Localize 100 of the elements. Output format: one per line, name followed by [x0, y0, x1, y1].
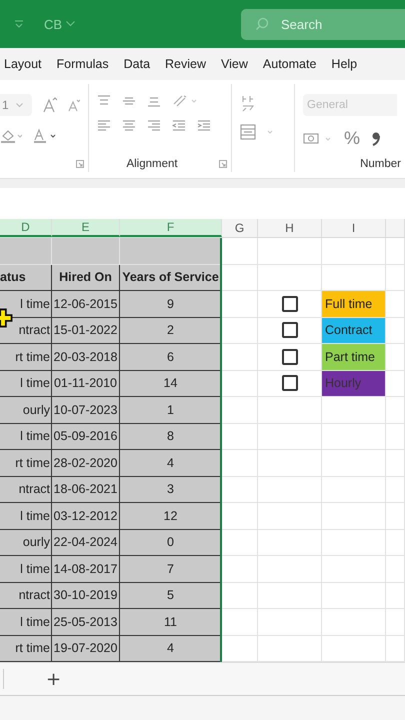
fill-color-icon[interactable] — [0, 128, 22, 144]
top-align-icon[interactable] — [97, 95, 111, 107]
table-cell: 0 — [120, 530, 222, 556]
table-cell: ntract — [0, 476, 52, 503]
empty-cell — [322, 582, 386, 609]
table-cell: l time — [0, 609, 52, 636]
empty-cell — [386, 291, 405, 318]
customize-menu-icon[interactable] — [14, 19, 24, 29]
table-cell: 30-10-2019 — [52, 582, 120, 609]
table-cell: l time — [0, 556, 52, 582]
empty-cell — [322, 476, 386, 503]
merge-cells-icon[interactable] — [240, 124, 274, 140]
checkbox[interactable] — [282, 322, 298, 338]
empty-cell — [258, 476, 322, 503]
table-cell: 28-02-2020 — [52, 450, 120, 476]
table-cell: ourly — [0, 530, 52, 556]
grow-font-icon[interactable] — [43, 97, 57, 113]
font-color-icon[interactable] — [33, 128, 57, 144]
legend-label: Hourly — [322, 370, 386, 397]
chevron-down-icon[interactable] — [66, 21, 76, 27]
comma-style-icon[interactable] — [371, 130, 382, 146]
empty-cell — [322, 503, 386, 530]
add-sheet-button[interactable]: + — [42, 668, 66, 690]
checkbox[interactable] — [282, 296, 298, 312]
table-cell: l time — [0, 424, 52, 450]
table-cell: 8 — [120, 424, 222, 450]
ribbon-tab[interactable]: Formulas — [52, 57, 116, 71]
table-cell: 22-04-2024 — [52, 530, 120, 556]
empty-cell — [322, 424, 386, 450]
ribbon-tab[interactable]: Review — [161, 57, 214, 71]
decrease-indent-icon[interactable] — [172, 120, 186, 132]
empty-cell — [386, 530, 405, 556]
column-heading: atus — [0, 264, 52, 291]
checkbox[interactable] — [282, 375, 298, 392]
table-cell: 19-07-2020 — [52, 636, 120, 662]
table-cell: 15-01-2022 — [52, 318, 120, 344]
column-header[interactable]: H — [258, 219, 322, 237]
ribbon-tab[interactable]: Automate — [258, 57, 324, 71]
column-header[interactable]: D — [0, 219, 52, 237]
table-cell: rt time — [0, 636, 52, 662]
empty-cell — [386, 582, 405, 609]
table-cell: 7 — [120, 556, 222, 582]
empty-cell — [258, 503, 322, 530]
align-right-icon[interactable] — [147, 120, 161, 132]
search-icon — [255, 17, 269, 31]
checkbox[interactable] — [282, 348, 298, 365]
group-label: Alignment — [125, 158, 179, 170]
legend-label: Full time — [322, 291, 386, 318]
column-header[interactable]: F — [120, 219, 222, 237]
table-cell: l time — [0, 291, 52, 318]
percent-style-button[interactable]: % — [344, 128, 360, 149]
table-cell: 25-05-2013 — [52, 609, 120, 636]
legend-label: Contract — [322, 318, 386, 344]
table-cell: l time — [0, 503, 52, 530]
table-cell: rt time — [0, 344, 52, 370]
table-cell: 11 — [120, 609, 222, 636]
empty-cell — [386, 424, 405, 450]
currency-icon[interactable] — [303, 130, 333, 146]
dialog-launcher-icon[interactable] — [219, 160, 228, 168]
bottom-align-icon[interactable] — [147, 95, 161, 107]
ribbon-tab[interactable]: Help — [327, 57, 364, 71]
table-cell: 14-08-2017 — [52, 556, 120, 582]
table-cell: 01-11-2010 — [52, 370, 120, 397]
empty-cell — [258, 424, 322, 450]
empty-cell — [322, 450, 386, 476]
empty-cell — [386, 370, 405, 397]
align-center-icon[interactable] — [122, 120, 136, 132]
middle-align-icon[interactable] — [122, 95, 136, 107]
empty-cell — [258, 450, 322, 476]
column-header[interactable]: I — [322, 219, 386, 237]
column-header[interactable]: G — [222, 219, 258, 237]
dialog-launcher-icon[interactable] — [76, 160, 84, 168]
increase-indent-icon[interactable] — [197, 120, 211, 132]
ribbon-tab[interactable]: Data — [120, 57, 158, 71]
empty-cell — [386, 264, 405, 291]
table-cell: 12 — [120, 503, 222, 530]
empty-cell — [386, 476, 405, 503]
empty-cell — [258, 556, 322, 582]
empty-cell — [322, 530, 386, 556]
table-cell: ntract — [0, 318, 52, 344]
table-cell: 3 — [120, 476, 222, 503]
column-heading: Hired On — [52, 264, 120, 291]
table-cell: 9 — [120, 291, 222, 318]
table-cell: ourly — [0, 397, 52, 424]
table-cell: 4 — [120, 636, 222, 662]
table-cell: 20-03-2018 — [52, 344, 120, 370]
orientation-icon[interactable] — [172, 94, 198, 108]
table-cell: rt time — [0, 450, 52, 476]
empty-cell — [386, 503, 405, 530]
column-header[interactable]: E — [52, 219, 120, 237]
ribbon-tab[interactable]: Layout — [0, 57, 49, 71]
empty-cell — [258, 582, 322, 609]
table-cell: 6 — [120, 344, 222, 370]
table-cell: 18-06-2021 — [52, 476, 120, 503]
empty-cell — [322, 556, 386, 582]
shrink-font-icon[interactable] — [68, 98, 80, 112]
wrap-text-icon[interactable] — [240, 94, 256, 112]
table-cell: 14 — [120, 370, 222, 397]
align-left-icon[interactable] — [97, 120, 111, 132]
ribbon-tab[interactable]: View — [217, 57, 255, 71]
